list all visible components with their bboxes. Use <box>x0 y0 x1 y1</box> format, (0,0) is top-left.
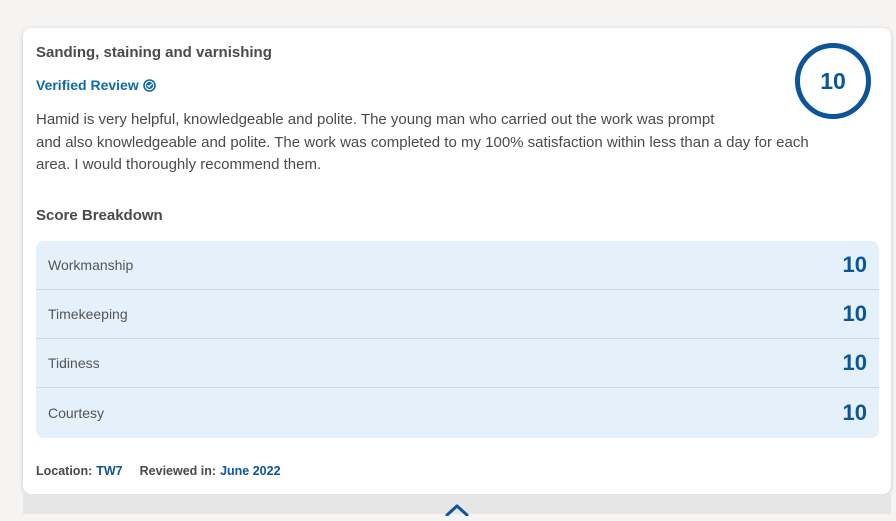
breakdown-score: 10 <box>842 252 867 277</box>
breakdown-row-tidiness: Tidiness 10 <box>36 339 879 388</box>
breakdown-score: 10 <box>842 399 867 425</box>
breakdown-row-workmanship: Workmanship 10 <box>36 241 879 290</box>
review-title: Sanding, staining and varnishing <box>36 44 272 61</box>
review-card: Sanding, staining and varnishing Verifie… <box>23 28 891 494</box>
breakdown-label: Tidiness <box>48 355 100 371</box>
verified-review: Verified Review <box>36 77 156 93</box>
review-text-line: Hamid is very helpful, knowledgeable and… <box>36 111 715 128</box>
location-label: Location: <box>36 464 93 478</box>
breakdown-score: 10 <box>842 301 867 326</box>
breakdown-label: Courtesy <box>48 404 105 421</box>
reviewed-in-value: June 2022 <box>220 464 281 478</box>
breakdown-label: Workmanship <box>48 257 134 273</box>
breakdown-row-courtesy: Courtesy 10 <box>36 388 879 437</box>
review-meta: Location: TW7 Reviewed in: June 2022 <box>36 464 281 478</box>
review-text: Hamid is very helpful, knowledgeable and… <box>36 109 856 177</box>
review-text-line: and also knowledgeable and polite. The w… <box>36 133 809 151</box>
breakdown-score: 10 <box>842 350 867 375</box>
location-value: TW7 <box>96 464 123 478</box>
breakdown-label: Timekeeping <box>48 306 128 322</box>
score-breakdown: Workmanship 10 Timekeeping 10 Tidiness 1… <box>36 241 879 438</box>
reviewed-in-label: Reviewed in: <box>139 464 217 478</box>
score-breakdown-heading: Score Breakdown <box>36 207 163 224</box>
breakdown-row-timekeeping: Timekeeping 10 <box>36 290 879 339</box>
review-text-line: area. I would thoroughly recommend them. <box>36 156 322 173</box>
check-badge-icon <box>142 78 156 92</box>
overall-score: 10 <box>795 43 871 119</box>
verified-review-label: Verified Review <box>36 77 139 93</box>
